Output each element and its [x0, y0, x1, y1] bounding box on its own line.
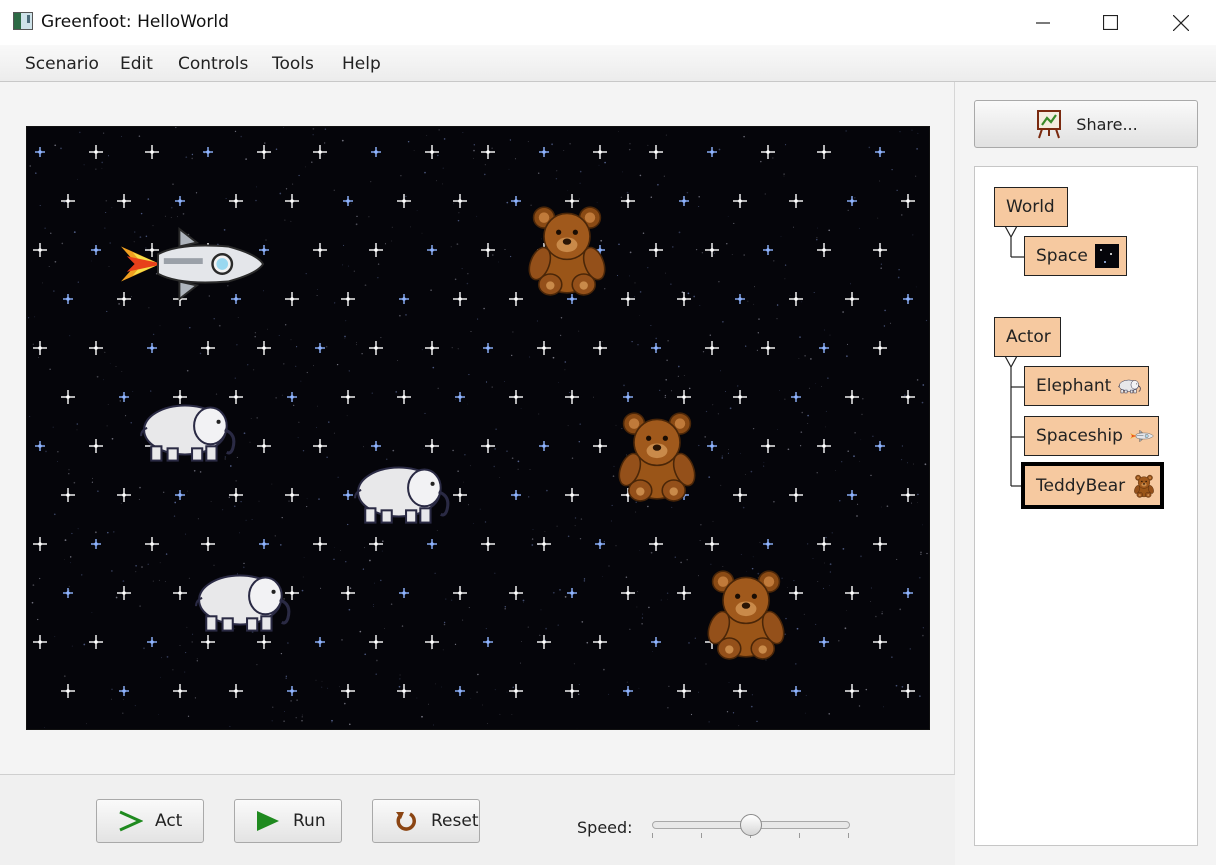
elephant-thumb-icon — [1118, 374, 1142, 398]
slider-tick — [701, 833, 702, 838]
speed-label: Speed: — [577, 818, 633, 837]
class-actor[interactable]: Actor — [994, 317, 1061, 357]
spaceship-thumb-icon — [1130, 424, 1154, 448]
easel-icon — [1037, 110, 1062, 139]
menu-help[interactable]: Help — [342, 54, 381, 74]
maximize-icon — [1102, 15, 1118, 30]
class-space[interactable]: Space — [1024, 236, 1127, 276]
play-icon — [257, 811, 279, 831]
title-bar: Greenfoot: HelloWorld — [0, 0, 1216, 45]
slider-tick — [652, 833, 653, 838]
teddybear-actor[interactable] — [615, 409, 699, 503]
space-thumb-icon — [1094, 244, 1119, 268]
class-spaceship-label: Spaceship — [1036, 426, 1123, 446]
control-bar: Act Run Reset Speed: — [0, 774, 955, 865]
run-label: Run — [293, 811, 326, 831]
class-spaceship[interactable]: Spaceship — [1024, 416, 1159, 456]
class-teddybear[interactable]: TeddyBear — [1021, 462, 1164, 509]
menu-controls[interactable]: Controls — [178, 54, 248, 74]
act-label: Act — [155, 811, 183, 831]
menu-bar: Scenario Edit Controls Tools Help — [0, 45, 1216, 82]
share-label: Share... — [1076, 114, 1138, 134]
close-button[interactable] — [1146, 0, 1216, 45]
slider-thumb[interactable] — [740, 814, 762, 836]
minimize-icon — [1036, 21, 1050, 24]
class-diagram-panel: World Space Actor Elephant Spaceship Ted… — [974, 166, 1198, 846]
window-title: Greenfoot: HelloWorld — [41, 12, 229, 32]
act-button[interactable]: Act — [96, 799, 204, 843]
menu-scenario[interactable]: Scenario — [25, 54, 99, 74]
greenfoot-app-icon — [13, 12, 33, 30]
spaceship-actor[interactable] — [121, 225, 267, 303]
class-actor-label: Actor — [1006, 327, 1051, 347]
class-world[interactable]: World — [994, 187, 1068, 227]
teddybear-actor[interactable] — [704, 567, 788, 661]
run-button[interactable]: Run — [234, 799, 342, 843]
reset-button[interactable]: Reset — [372, 799, 480, 843]
slider-tick — [799, 833, 800, 838]
maximize-button[interactable] — [1075, 0, 1145, 45]
right-panel: Share... World Space Actor Elephant Spac… — [956, 82, 1216, 865]
share-button[interactable]: Share... — [974, 100, 1198, 148]
class-elephant[interactable]: Elephant — [1024, 366, 1149, 406]
class-teddybear-label: TeddyBear — [1036, 475, 1126, 496]
close-icon — [1173, 14, 1189, 31]
speed-slider[interactable] — [652, 814, 850, 845]
reset-label: Reset — [431, 811, 479, 831]
elephant-actor[interactable] — [353, 461, 455, 525]
teddybear-actor[interactable] — [525, 203, 609, 297]
class-space-label: Space — [1036, 246, 1088, 266]
class-elephant-label: Elephant — [1036, 376, 1112, 396]
world-canvas[interactable] — [26, 126, 930, 730]
menu-tools[interactable]: Tools — [272, 54, 314, 74]
minimize-button[interactable] — [1008, 0, 1078, 45]
elephant-actor[interactable] — [139, 399, 241, 463]
menu-edit[interactable]: Edit — [120, 54, 153, 74]
teddybear-thumb-icon — [1132, 474, 1156, 498]
class-world-label: World — [1006, 197, 1055, 217]
elephant-actor[interactable] — [194, 569, 296, 633]
act-icon — [119, 810, 143, 832]
slider-tick — [848, 833, 849, 838]
reset-icon — [396, 812, 416, 831]
